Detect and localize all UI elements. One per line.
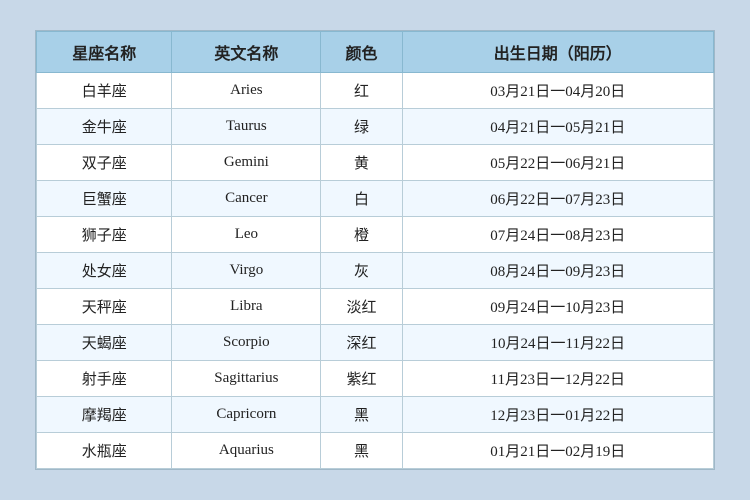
table-row: 天蝎座Scorpio深红10月24日一11月22日 <box>37 325 714 361</box>
table-row: 狮子座Leo橙07月24日一08月23日 <box>37 217 714 253</box>
cell-color: 红 <box>321 73 402 109</box>
header-color: 颜色 <box>321 32 402 73</box>
zodiac-table-container: 星座名称 英文名称 颜色 出生日期（阳历） 白羊座Aries红03月21日一04… <box>35 30 715 470</box>
cell-date: 04月21日一05月21日 <box>402 109 713 145</box>
table-row: 金牛座Taurus绿04月21日一05月21日 <box>37 109 714 145</box>
cell-cn: 水瓶座 <box>37 433 172 469</box>
cell-date: 10月24日一11月22日 <box>402 325 713 361</box>
header-en: 英文名称 <box>172 32 321 73</box>
cell-en: Capricorn <box>172 397 321 433</box>
header-date: 出生日期（阳历） <box>402 32 713 73</box>
cell-cn: 天秤座 <box>37 289 172 325</box>
table-row: 射手座Sagittarius紫红11月23日一12月22日 <box>37 361 714 397</box>
cell-cn: 天蝎座 <box>37 325 172 361</box>
cell-cn: 狮子座 <box>37 217 172 253</box>
cell-date: 12月23日一01月22日 <box>402 397 713 433</box>
cell-cn: 摩羯座 <box>37 397 172 433</box>
cell-date: 09月24日一10月23日 <box>402 289 713 325</box>
cell-cn: 处女座 <box>37 253 172 289</box>
cell-en: Aquarius <box>172 433 321 469</box>
cell-color: 黄 <box>321 145 402 181</box>
cell-date: 11月23日一12月22日 <box>402 361 713 397</box>
cell-date: 08月24日一09月23日 <box>402 253 713 289</box>
table-row: 双子座Gemini黄05月22日一06月21日 <box>37 145 714 181</box>
cell-cn: 巨蟹座 <box>37 181 172 217</box>
cell-color: 黑 <box>321 433 402 469</box>
cell-color: 深红 <box>321 325 402 361</box>
table-body: 白羊座Aries红03月21日一04月20日金牛座Taurus绿04月21日一0… <box>37 73 714 469</box>
cell-cn: 射手座 <box>37 361 172 397</box>
table-row: 巨蟹座Cancer白06月22日一07月23日 <box>37 181 714 217</box>
table-row: 摩羯座Capricorn黑12月23日一01月22日 <box>37 397 714 433</box>
cell-color: 绿 <box>321 109 402 145</box>
cell-en: Scorpio <box>172 325 321 361</box>
table-row: 水瓶座Aquarius黑01月21日一02月19日 <box>37 433 714 469</box>
cell-cn: 金牛座 <box>37 109 172 145</box>
cell-en: Sagittarius <box>172 361 321 397</box>
cell-date: 06月22日一07月23日 <box>402 181 713 217</box>
cell-color: 黑 <box>321 397 402 433</box>
cell-en: Taurus <box>172 109 321 145</box>
cell-date: 03月21日一04月20日 <box>402 73 713 109</box>
table-row: 白羊座Aries红03月21日一04月20日 <box>37 73 714 109</box>
cell-cn: 白羊座 <box>37 73 172 109</box>
table-row: 处女座Virgo灰08月24日一09月23日 <box>37 253 714 289</box>
cell-color: 淡红 <box>321 289 402 325</box>
cell-en: Virgo <box>172 253 321 289</box>
cell-en: Gemini <box>172 145 321 181</box>
cell-date: 01月21日一02月19日 <box>402 433 713 469</box>
table-header-row: 星座名称 英文名称 颜色 出生日期（阳历） <box>37 32 714 73</box>
table-row: 天秤座Libra淡红09月24日一10月23日 <box>37 289 714 325</box>
cell-en: Cancer <box>172 181 321 217</box>
cell-color: 紫红 <box>321 361 402 397</box>
cell-date: 05月22日一06月21日 <box>402 145 713 181</box>
cell-en: Aries <box>172 73 321 109</box>
cell-en: Libra <box>172 289 321 325</box>
zodiac-table: 星座名称 英文名称 颜色 出生日期（阳历） 白羊座Aries红03月21日一04… <box>36 31 714 469</box>
cell-color: 橙 <box>321 217 402 253</box>
cell-en: Leo <box>172 217 321 253</box>
cell-color: 灰 <box>321 253 402 289</box>
cell-color: 白 <box>321 181 402 217</box>
cell-date: 07月24日一08月23日 <box>402 217 713 253</box>
cell-cn: 双子座 <box>37 145 172 181</box>
header-cn: 星座名称 <box>37 32 172 73</box>
